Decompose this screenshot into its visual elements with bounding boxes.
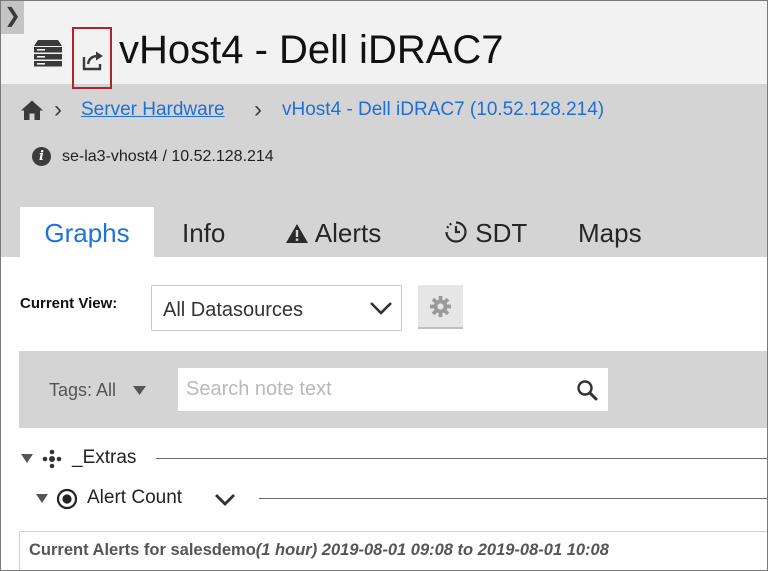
search-field[interactable]	[178, 368, 608, 411]
clock-icon	[445, 221, 467, 243]
tab-sdt[interactable]: SDT	[444, 207, 527, 257]
app-frame: ❯ vHost4 - Dell iDRAC7 › Server Hardware…	[0, 0, 768, 571]
title-bar: ❯ vHost4 - Dell iDRAC7	[1, 1, 767, 89]
tree-group-extras[interactable]: _Extras	[72, 445, 136, 471]
info-icon: i	[32, 147, 51, 166]
tab-label: Info	[182, 218, 226, 248]
server-icon	[34, 40, 62, 67]
tab-maps[interactable]: Maps	[578, 207, 642, 257]
filter-bar: Tags: All	[19, 351, 767, 428]
caret-down-icon[interactable]	[21, 454, 33, 463]
breadcrumb-current-device[interactable]: vHost4 - Dell iDRAC7 (10.52.128.214)	[282, 97, 604, 123]
group-icon	[42, 449, 62, 469]
datasource-icon	[56, 488, 78, 510]
warning-icon	[286, 224, 308, 243]
resource-header: › Server Hardware › vHost4 - Dell iDRAC7…	[1, 84, 767, 257]
page-title: vHost4 - Dell iDRAC7	[119, 28, 504, 72]
breadcrumb-separator: ›	[54, 96, 62, 123]
tab-label: Alerts	[314, 218, 382, 248]
chevron-down-icon[interactable]	[213, 492, 237, 508]
tab-label: SDT	[475, 218, 528, 248]
graph-panel: Current Alerts for salesdemo(1 hour) 201…	[19, 531, 767, 570]
search-icon[interactable]	[576, 379, 598, 401]
current-view-select[interactable]: All Datasources	[151, 285, 402, 331]
view-settings-button[interactable]	[418, 285, 463, 329]
caret-down-icon[interactable]	[133, 386, 146, 395]
graph-title: Current Alerts for salesdemo(1 hour) 201…	[29, 541, 609, 560]
home-icon[interactable]	[20, 99, 44, 121]
tab-graphs[interactable]: Graphs	[20, 207, 154, 257]
divider	[156, 458, 767, 459]
tab-label: Maps	[578, 218, 642, 248]
sidebar-toggle-button[interactable]: ❯	[1, 1, 24, 34]
divider	[259, 498, 767, 499]
host-identifier: se-la3-vhost4 / 10.52.128.214	[62, 148, 274, 165]
breadcrumb-separator: ›	[254, 96, 262, 123]
current-view-label: Current View:	[20, 295, 118, 312]
share-icon[interactable]	[81, 49, 105, 71]
graph-title-prefix: Current Alerts for salesdemo	[29, 541, 256, 559]
tab-info[interactable]: Info	[182, 207, 225, 257]
breadcrumb-server-hardware-link[interactable]: Server Hardware	[81, 97, 225, 123]
gear-icon	[429, 295, 452, 318]
tab-alerts[interactable]: Alerts	[285, 207, 381, 257]
graph-time-range: (1 hour) 2019-08-01 09:08 to 2019-08-01 …	[255, 541, 609, 559]
caret-down-icon[interactable]	[36, 494, 48, 503]
search-input[interactable]	[178, 368, 566, 411]
current-view-value: All Datasources	[163, 299, 304, 321]
tab-label: Graphs	[44, 218, 130, 248]
chevron-down-icon	[370, 302, 392, 315]
tags-filter-dropdown[interactable]: Tags: All	[49, 378, 116, 402]
tree-item-alert-count[interactable]: Alert Count	[87, 485, 182, 511]
